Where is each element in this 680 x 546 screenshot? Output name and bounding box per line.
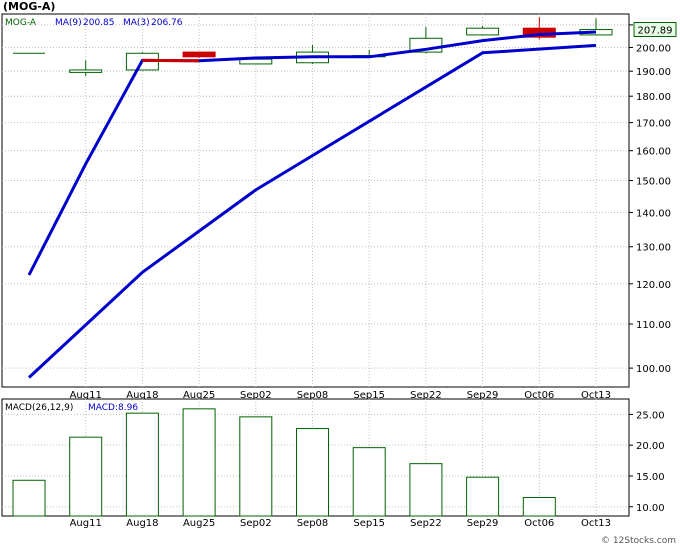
macd-x-tick-label: Aug25: [183, 518, 215, 529]
stock-chart: 100.00 110.00 120.00 130.00 140.00 150.00 160.…: [0, 0, 680, 546]
price-y-tick-label: 100.00: [636, 364, 671, 375]
macd-bar: [182, 408, 216, 517]
macd-bar: [466, 476, 500, 517]
macd-x-tick-label: Sep08: [297, 518, 329, 529]
macd-bar: [125, 412, 159, 517]
price-y-tick-label: 130.00: [636, 243, 671, 254]
macd-bar: [239, 416, 273, 517]
price-y-tick-label: 110.00: [636, 320, 671, 331]
price-y-tick-label: 190.00: [636, 67, 671, 78]
candle-body: [69, 69, 103, 73]
macd-panel: 10.00 15.00 20.00 25.00 Aug11 Aug18 Aug25 Sep0…: [1, 398, 665, 529]
macd-x-tick-label: Sep29: [467, 518, 499, 529]
macd-x-tick-label: Oct13: [581, 518, 611, 529]
macd-x-tick-label: Sep15: [353, 518, 385, 529]
legend-ma3-value: 206.76: [151, 18, 183, 28]
macd-bar: [352, 447, 386, 517]
macd-params-label: MACD(26,12,9): [5, 403, 73, 413]
macd-x-tick-label: Oct06: [524, 518, 554, 529]
price-y-tick-label: 200.00: [636, 43, 671, 54]
macd-y-tick-label: 20.00: [636, 441, 665, 452]
macd-bar: [12, 479, 46, 517]
chart-title: (MOG-A): [3, 0, 55, 13]
macd-bar: [409, 463, 443, 517]
watermark: © 12Stocks.com: [601, 536, 676, 546]
price-y-tick-label: 160.00: [636, 147, 671, 158]
price-y-tick-label: 150.00: [636, 177, 671, 188]
macd-x-tick-label: Sep02: [240, 518, 272, 529]
candle-body: [466, 27, 500, 36]
price-y-tick-label: 140.00: [636, 208, 671, 219]
macd-bar: [296, 428, 329, 517]
macd-bar: [69, 436, 103, 517]
price-panel: 100.00 110.00 120.00 130.00 140.00 150.00 160.…: [1, 0, 677, 401]
macd-bar: [522, 497, 556, 517]
price-y-tick-label: 170.00: [636, 119, 671, 130]
last-price-label: 207.89: [638, 26, 673, 37]
legend-ma3-label: MA(3): [123, 18, 150, 28]
price-y-tick-label: 120.00: [636, 280, 671, 291]
macd-x-tick-label: Aug18: [126, 518, 158, 529]
macd-x-tick-label: Aug11: [70, 518, 102, 529]
legend-symbol: MOG-A: [5, 18, 37, 28]
macd-y-tick-label: 15.00: [636, 472, 665, 483]
legend-ma9-label: MA(9): [55, 18, 82, 28]
macd-y-tick-label: 10.00: [636, 503, 665, 514]
candle-body: [182, 51, 216, 58]
macd-value-label: MACD:8.96: [88, 403, 138, 413]
price-y-tick-label: 180.00: [636, 92, 671, 103]
legend-ma9-value: 200.85: [83, 18, 115, 28]
macd-y-tick-label: 25.00: [636, 410, 665, 421]
macd-x-tick-label: Sep22: [410, 518, 442, 529]
